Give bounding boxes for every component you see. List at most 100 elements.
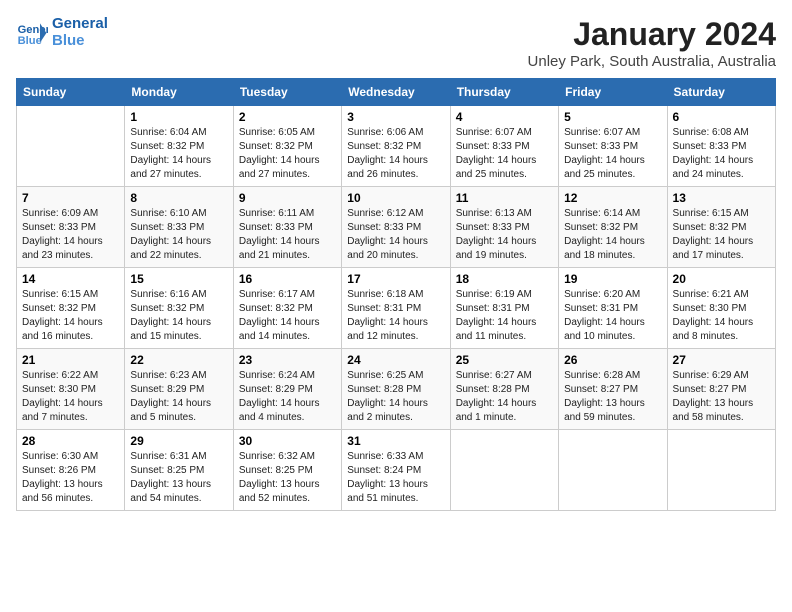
calendar-cell: 8 Sunrise: 6:10 AMSunset: 8:33 PMDaylight… xyxy=(125,187,233,268)
col-header-sunday: Sunday xyxy=(17,79,125,106)
day-details: Sunrise: 6:33 AMSunset: 8:24 PMDaylight:… xyxy=(347,450,444,506)
calendar-cell: 14 Sunrise: 6:15 AMSunset: 8:32 PMDayligh… xyxy=(17,268,125,349)
day-number: 11 xyxy=(456,191,553,205)
calendar-cell: 28Sunrise: 6:30 AMSunset: 8:26 PMDayligh… xyxy=(17,430,125,511)
day-number: 15 xyxy=(130,272,227,286)
week-row-3: 14 Sunrise: 6:15 AMSunset: 8:32 PMDayligh… xyxy=(17,268,776,349)
day-number: 23 xyxy=(239,353,336,367)
day-details: Sunrise: 6:21 AMSunset: 8:30 PMDaylight:… xyxy=(673,288,770,344)
day-number: 19 xyxy=(564,272,661,286)
col-header-wednesday: Wednesday xyxy=(342,79,450,106)
day-details: Sunrise: 6:17 AMSunset: 8:32 PMDaylight:… xyxy=(239,288,336,344)
day-number: 17 xyxy=(347,272,444,286)
day-number: 3 xyxy=(347,110,444,124)
day-details: Sunrise: 6:08 AMSunset: 8:33 PMDaylight:… xyxy=(673,126,770,182)
calendar-cell xyxy=(559,430,667,511)
calendar-cell: 7Sunrise: 6:09 AMSunset: 8:33 PMDaylight… xyxy=(17,187,125,268)
day-details: Sunrise: 6:07 AMSunset: 8:33 PMDaylight:… xyxy=(456,126,553,182)
day-number: 20 xyxy=(673,272,770,286)
calendar-cell: 23Sunrise: 6:24 AMSunset: 8:29 PMDayligh… xyxy=(233,349,341,430)
day-details: Sunrise: 6:13 AMSunset: 8:33 PMDaylight:… xyxy=(456,207,553,263)
day-number: 7 xyxy=(22,191,119,205)
calendar-cell: 3 Sunrise: 6:06 AMSunset: 8:32 PMDaylight… xyxy=(342,106,450,187)
calendar-cell: 30Sunrise: 6:32 AMSunset: 8:25 PMDayligh… xyxy=(233,430,341,511)
calendar-cell: 31 Sunrise: 6:33 AMSunset: 8:24 PMDayligh… xyxy=(342,430,450,511)
day-details: Sunrise: 6:22 AMSunset: 8:30 PMDaylight:… xyxy=(22,369,119,425)
calendar-cell: 2 Sunrise: 6:05 AMSunset: 8:32 PMDaylight… xyxy=(233,106,341,187)
day-details: Sunrise: 6:11 AMSunset: 8:33 PMDaylight:… xyxy=(239,207,336,263)
week-row-1: 1 Sunrise: 6:04 AMSunset: 8:32 PMDaylight… xyxy=(17,106,776,187)
calendar-cell: 26 Sunrise: 6:28 AMSunset: 8:27 PMDayligh… xyxy=(559,349,667,430)
day-number: 22 xyxy=(130,353,227,367)
calendar-cell: 9Sunrise: 6:11 AMSunset: 8:33 PMDaylight… xyxy=(233,187,341,268)
calendar-cell: 21 Sunrise: 6:22 AMSunset: 8:30 PMDayligh… xyxy=(17,349,125,430)
day-details: Sunrise: 6:25 AMSunset: 8:28 PMDaylight:… xyxy=(347,369,444,425)
calendar-cell: 16 Sunrise: 6:17 AMSunset: 8:32 PMDayligh… xyxy=(233,268,341,349)
day-number: 10 xyxy=(347,191,444,205)
day-details: Sunrise: 6:15 AMSunset: 8:32 PMDaylight:… xyxy=(673,207,770,263)
calendar-cell: 25 Sunrise: 6:27 AMSunset: 8:28 PMDayligh… xyxy=(450,349,558,430)
calendar-cell: 17 Sunrise: 6:18 AMSunset: 8:31 PMDayligh… xyxy=(342,268,450,349)
day-number: 13 xyxy=(673,191,770,205)
day-details: Sunrise: 6:32 AMSunset: 8:25 PMDaylight:… xyxy=(239,450,336,506)
day-number: 2 xyxy=(239,110,336,124)
calendar-table: SundayMondayTuesdayWednesdayThursdayFrid… xyxy=(16,78,776,511)
calendar-cell: 18 Sunrise: 6:19 AMSunset: 8:31 PMDayligh… xyxy=(450,268,558,349)
week-row-5: 28Sunrise: 6:30 AMSunset: 8:26 PMDayligh… xyxy=(17,430,776,511)
day-number: 6 xyxy=(673,110,770,124)
calendar-cell: 13 Sunrise: 6:15 AMSunset: 8:32 PMDayligh… xyxy=(667,187,775,268)
logo-icon: General Blue xyxy=(16,17,48,49)
page-header: General Blue General Blue January 2024 U… xyxy=(16,16,776,70)
calendar-cell: 11 Sunrise: 6:13 AMSunset: 8:33 PMDayligh… xyxy=(450,187,558,268)
day-details: Sunrise: 6:20 AMSunset: 8:31 PMDaylight:… xyxy=(564,288,661,344)
day-number: 29 xyxy=(130,434,227,448)
day-details: Sunrise: 6:31 AMSunset: 8:25 PMDaylight:… xyxy=(130,450,227,506)
day-number: 8 xyxy=(130,191,227,205)
day-number: 21 xyxy=(22,353,119,367)
day-details: Sunrise: 6:23 AMSunset: 8:29 PMDaylight:… xyxy=(130,369,227,425)
day-number: 5 xyxy=(564,110,661,124)
day-details: Sunrise: 6:27 AMSunset: 8:28 PMDaylight:… xyxy=(456,369,553,425)
day-details: Sunrise: 6:16 AMSunset: 8:32 PMDaylight:… xyxy=(130,288,227,344)
logo: General Blue General Blue xyxy=(16,16,108,49)
day-details: Sunrise: 6:15 AMSunset: 8:32 PMDaylight:… xyxy=(22,288,119,344)
day-number: 4 xyxy=(456,110,553,124)
calendar-cell xyxy=(17,106,125,187)
logo-general: General xyxy=(52,16,108,33)
day-number: 16 xyxy=(239,272,336,286)
calendar-cell: 27Sunrise: 6:29 AMSunset: 8:27 PMDayligh… xyxy=(667,349,775,430)
col-header-saturday: Saturday xyxy=(667,79,775,106)
col-header-tuesday: Tuesday xyxy=(233,79,341,106)
calendar-cell: 19 Sunrise: 6:20 AMSunset: 8:31 PMDayligh… xyxy=(559,268,667,349)
day-details: Sunrise: 6:28 AMSunset: 8:27 PMDaylight:… xyxy=(564,369,661,425)
day-details: Sunrise: 6:10 AMSunset: 8:33 PMDaylight:… xyxy=(130,207,227,263)
calendar-cell: 29 Sunrise: 6:31 AMSunset: 8:25 PMDayligh… xyxy=(125,430,233,511)
calendar-cell: 20 Sunrise: 6:21 AMSunset: 8:30 PMDayligh… xyxy=(667,268,775,349)
title-block: January 2024 Unley Park, South Australia… xyxy=(528,16,776,70)
day-number: 31 xyxy=(347,434,444,448)
day-number: 14 xyxy=(22,272,119,286)
day-number: 25 xyxy=(456,353,553,367)
location-subtitle: Unley Park, South Australia, Australia xyxy=(528,53,776,70)
day-details: Sunrise: 6:04 AMSunset: 8:32 PMDaylight:… xyxy=(130,126,227,182)
day-details: Sunrise: 6:19 AMSunset: 8:31 PMDaylight:… xyxy=(456,288,553,344)
svg-text:Blue: Blue xyxy=(18,35,42,47)
week-row-2: 7Sunrise: 6:09 AMSunset: 8:33 PMDaylight… xyxy=(17,187,776,268)
logo-blue: Blue xyxy=(52,33,108,50)
calendar-cell: 12Sunrise: 6:14 AMSunset: 8:32 PMDayligh… xyxy=(559,187,667,268)
day-number: 26 xyxy=(564,353,661,367)
calendar-cell: 22 Sunrise: 6:23 AMSunset: 8:29 PMDayligh… xyxy=(125,349,233,430)
calendar-cell: 1 Sunrise: 6:04 AMSunset: 8:32 PMDaylight… xyxy=(125,106,233,187)
calendar-cell: 24Sunrise: 6:25 AMSunset: 8:28 PMDayligh… xyxy=(342,349,450,430)
week-row-4: 21 Sunrise: 6:22 AMSunset: 8:30 PMDayligh… xyxy=(17,349,776,430)
day-details: Sunrise: 6:29 AMSunset: 8:27 PMDaylight:… xyxy=(673,369,770,425)
day-number: 18 xyxy=(456,272,553,286)
day-details: Sunrise: 6:18 AMSunset: 8:31 PMDaylight:… xyxy=(347,288,444,344)
day-number: 1 xyxy=(130,110,227,124)
calendar-cell: 10 Sunrise: 6:12 AMSunset: 8:33 PMDayligh… xyxy=(342,187,450,268)
day-details: Sunrise: 6:14 AMSunset: 8:32 PMDaylight:… xyxy=(564,207,661,263)
day-details: Sunrise: 6:05 AMSunset: 8:32 PMDaylight:… xyxy=(239,126,336,182)
col-header-friday: Friday xyxy=(559,79,667,106)
day-details: Sunrise: 6:12 AMSunset: 8:33 PMDaylight:… xyxy=(347,207,444,263)
day-details: Sunrise: 6:06 AMSunset: 8:32 PMDaylight:… xyxy=(347,126,444,182)
